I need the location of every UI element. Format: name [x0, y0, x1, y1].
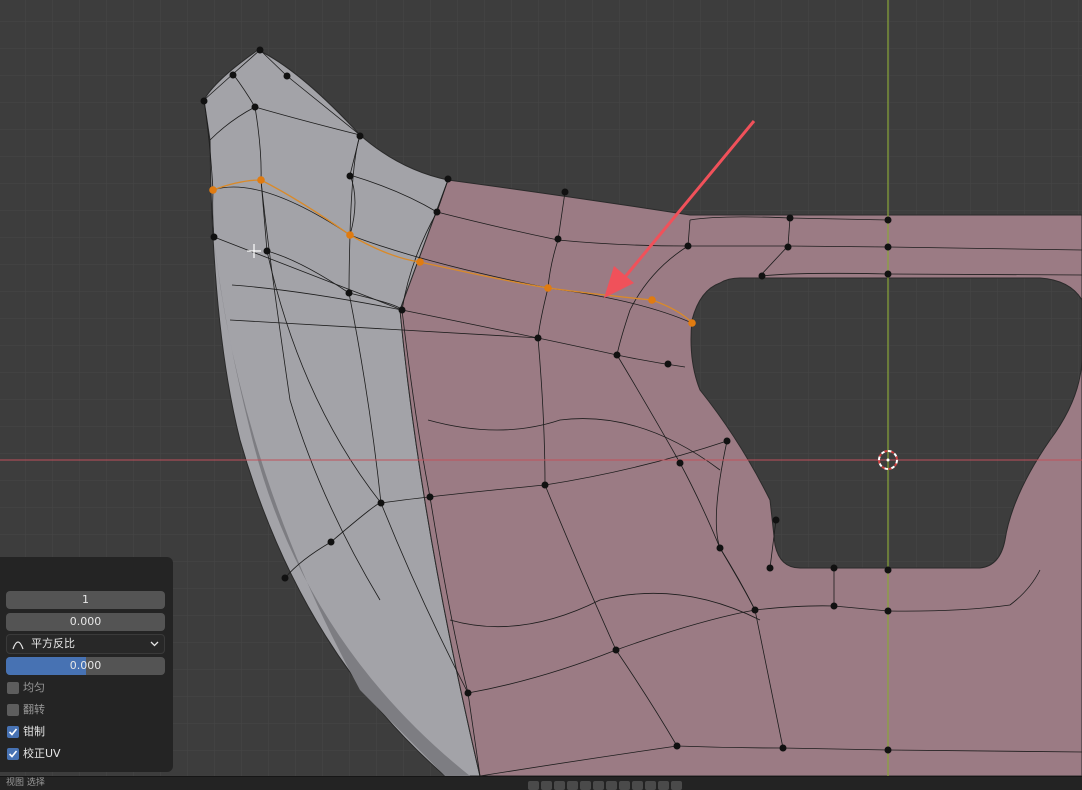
- checkbox-box: [7, 704, 19, 716]
- tension-value: 0.000: [69, 659, 102, 672]
- checkbox-label: 校正UV: [23, 747, 61, 760]
- count-field[interactable]: 1: [6, 591, 165, 609]
- checkmark-icon: [8, 750, 18, 758]
- operator-panel: 1 0.000 平方反比 0.000 均匀 翻转 钳制 校正UV: [0, 557, 173, 772]
- falloff-dropdown[interactable]: 平方反比: [6, 634, 165, 654]
- status-bar: 视图 选择: [0, 776, 1082, 790]
- checkbox-box: [7, 748, 19, 760]
- tension-slider[interactable]: 0.000: [6, 657, 165, 675]
- curve-icon: [12, 641, 24, 650]
- checkbox-label: 翻转: [23, 703, 45, 716]
- correct-uv-checkbox[interactable]: 校正UV: [7, 746, 157, 762]
- checkbox-box: [7, 726, 19, 738]
- status-text: 视图 选择: [6, 778, 45, 788]
- clamp-checkbox[interactable]: 钳制: [7, 724, 157, 740]
- checkmark-icon: [8, 728, 18, 736]
- chevron-down-icon: [150, 641, 159, 647]
- checkbox-label: 钳制: [23, 725, 45, 738]
- checkbox-box: [7, 682, 19, 694]
- falloff-label: 平方反比: [31, 637, 75, 650]
- factor-field[interactable]: 0.000: [6, 613, 165, 631]
- flip-checkbox[interactable]: 翻转: [7, 702, 157, 718]
- even-checkbox[interactable]: 均匀: [7, 680, 157, 696]
- checkbox-label: 均匀: [23, 681, 45, 694]
